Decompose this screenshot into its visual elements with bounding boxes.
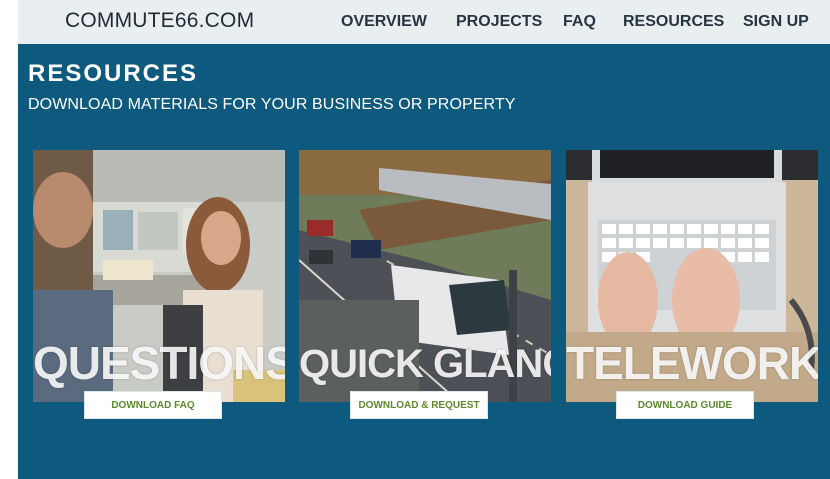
card-label-quick-glance: QUICK GLANCE xyxy=(299,342,551,386)
section-subtitle: DOWNLOAD MATERIALS FOR YOUR BUSINESS OR … xyxy=(28,96,516,113)
card-quick-glance[interactable]: QUICK GLANCE xyxy=(299,150,551,402)
site-logo-text[interactable]: COMMUTE66.COM xyxy=(65,9,254,33)
download-faq-button[interactable]: DOWNLOAD FAQ xyxy=(84,391,222,419)
nav-sign-up[interactable]: SIGN UP xyxy=(743,13,809,31)
section-title: RESOURCES xyxy=(28,60,199,87)
download-request-button[interactable]: DOWNLOAD & REQUEST xyxy=(350,391,488,419)
card-telework[interactable]: TELEWORK xyxy=(566,150,818,402)
top-navbar: COMMUTE66.COM OVERVIEW PROJECTS FAQ RESO… xyxy=(18,0,830,44)
page: COMMUTE66.COM OVERVIEW PROJECTS FAQ RESO… xyxy=(18,0,830,479)
card-label-telework: TELEWORK xyxy=(566,337,818,389)
resources-section: RESOURCES DOWNLOAD MATERIALS FOR YOUR BU… xyxy=(18,44,830,479)
nav-overview[interactable]: OVERVIEW xyxy=(341,13,427,31)
nav-resources[interactable]: RESOURCES xyxy=(623,13,724,31)
card-label-questions: QUESTIONS xyxy=(33,337,285,389)
nav-faq[interactable]: FAQ xyxy=(563,13,596,31)
download-guide-button[interactable]: DOWNLOAD GUIDE xyxy=(616,391,754,419)
nav-projects[interactable]: PROJECTS xyxy=(456,13,542,31)
card-questions[interactable]: QUESTIONS xyxy=(33,150,285,402)
